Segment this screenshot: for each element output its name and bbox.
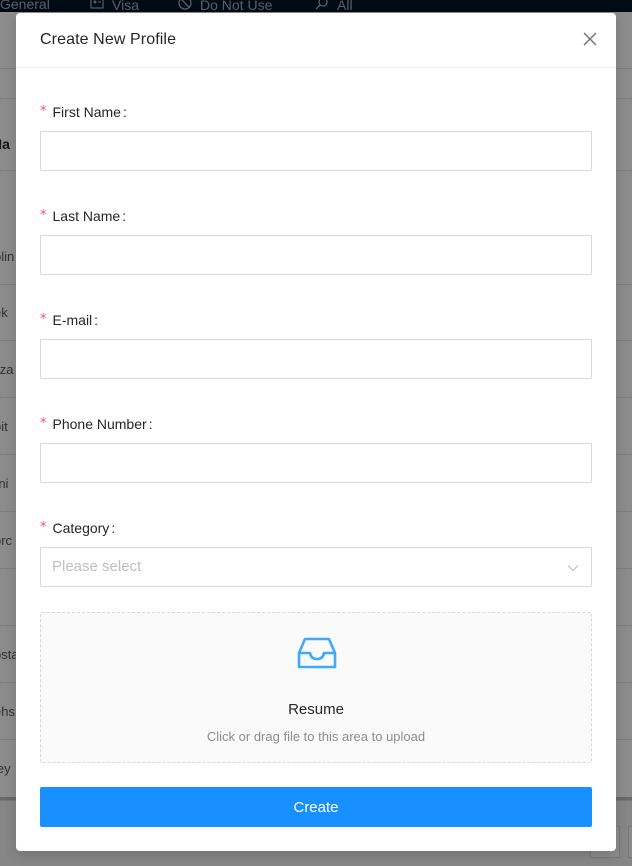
email-label: * E-mail :: [40, 309, 592, 331]
last-name-label: * Last Name :: [40, 205, 592, 227]
label-colon: :: [122, 104, 127, 120]
category-select[interactable]: Please select: [40, 547, 592, 587]
form-item-last-name: * Last Name :: [40, 205, 592, 275]
phone-number-label: * Phone Number :: [40, 413, 592, 435]
form-item-email: * E-mail :: [40, 309, 592, 379]
label-colon: :: [111, 520, 116, 536]
modal-header: Create New Profile: [16, 13, 616, 68]
field-label-text: E-mail: [52, 312, 93, 328]
resume-upload-dragger[interactable]: Resume Click or drag file to this area t…: [40, 612, 592, 763]
field-label-text: Last Name: [52, 208, 121, 224]
email-input[interactable]: [40, 339, 592, 379]
label-colon: :: [148, 416, 153, 432]
category-label: * Category :: [40, 517, 592, 539]
close-icon: [583, 32, 597, 51]
required-mark: *: [40, 208, 47, 223]
label-colon: :: [94, 312, 99, 328]
inbox-icon: [297, 633, 337, 673]
first-name-input[interactable]: [40, 131, 592, 171]
required-mark: *: [40, 416, 47, 431]
required-mark: *: [40, 104, 47, 119]
category-select-placeholder: Please select: [52, 558, 142, 575]
field-label-text: Phone Number: [52, 416, 147, 432]
phone-number-input[interactable]: [40, 443, 592, 483]
last-name-input[interactable]: [40, 235, 592, 275]
label-colon: :: [122, 208, 127, 224]
field-label-text: First Name: [52, 104, 121, 120]
chevron-down-icon: [567, 561, 579, 573]
close-button[interactable]: [578, 29, 602, 53]
upload-hint: Click or drag file to this area to uploa…: [206, 729, 426, 744]
upload-title: Resume: [288, 701, 344, 718]
required-mark: *: [40, 312, 47, 327]
create-profile-modal: Create New Profile * First Name : * Last…: [16, 13, 616, 851]
required-mark: *: [40, 520, 47, 535]
form-item-phone-number: * Phone Number :: [40, 413, 592, 483]
form-item-first-name: * First Name :: [40, 101, 592, 171]
modal-title: Create New Profile: [40, 31, 177, 48]
first-name-label: * First Name :: [40, 101, 592, 123]
form-item-category: * Category : Please select: [40, 517, 592, 587]
create-button[interactable]: Create: [40, 787, 592, 827]
field-label-text: Category: [52, 520, 110, 536]
